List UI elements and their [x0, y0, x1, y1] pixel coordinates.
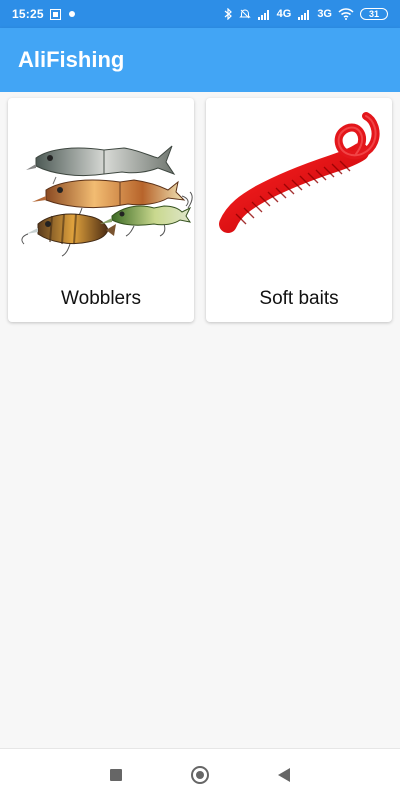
battery-icon: 31 — [360, 8, 388, 20]
app-bar: AliFishing — [0, 28, 400, 92]
status-bar: 15:25 4G 3G 31 — [0, 0, 400, 28]
status-time: 15:25 — [12, 7, 44, 21]
network-type-3g: 3G — [317, 8, 332, 20]
category-card-wobblers[interactable]: Wobblers — [8, 98, 194, 322]
back-button[interactable] — [272, 763, 296, 787]
wifi-icon — [338, 8, 354, 20]
wobbler-lures-icon — [21, 145, 193, 257]
app-title: AliFishing — [18, 47, 125, 72]
notification-box-icon — [49, 8, 61, 20]
signal-icon — [298, 9, 310, 20]
soft-bait-worm-icon — [219, 112, 380, 233]
main-content: Wobblers Soft baits — [0, 92, 400, 748]
status-right-group: 4G 3G 31 — [224, 8, 388, 20]
home-button[interactable] — [188, 763, 212, 787]
home-icon — [191, 766, 209, 784]
bluetooth-icon — [224, 8, 232, 20]
navigation-bar — [0, 748, 400, 800]
back-icon — [278, 768, 290, 782]
category-label: Wobblers — [61, 288, 141, 309]
status-left-group: 15:25 — [12, 7, 77, 21]
category-label: Soft baits — [259, 288, 339, 309]
network-type-4g: 4G — [276, 8, 292, 20]
signal-icon — [257, 9, 269, 20]
recent-apps-icon — [110, 769, 122, 781]
app-dot-icon — [68, 11, 75, 17]
alarm-off-icon — [238, 9, 251, 19]
recent-apps-button[interactable] — [104, 763, 128, 787]
category-card-soft-baits[interactable]: Soft baits — [206, 98, 392, 322]
category-grid: Wobblers Soft baits — [8, 98, 392, 322]
